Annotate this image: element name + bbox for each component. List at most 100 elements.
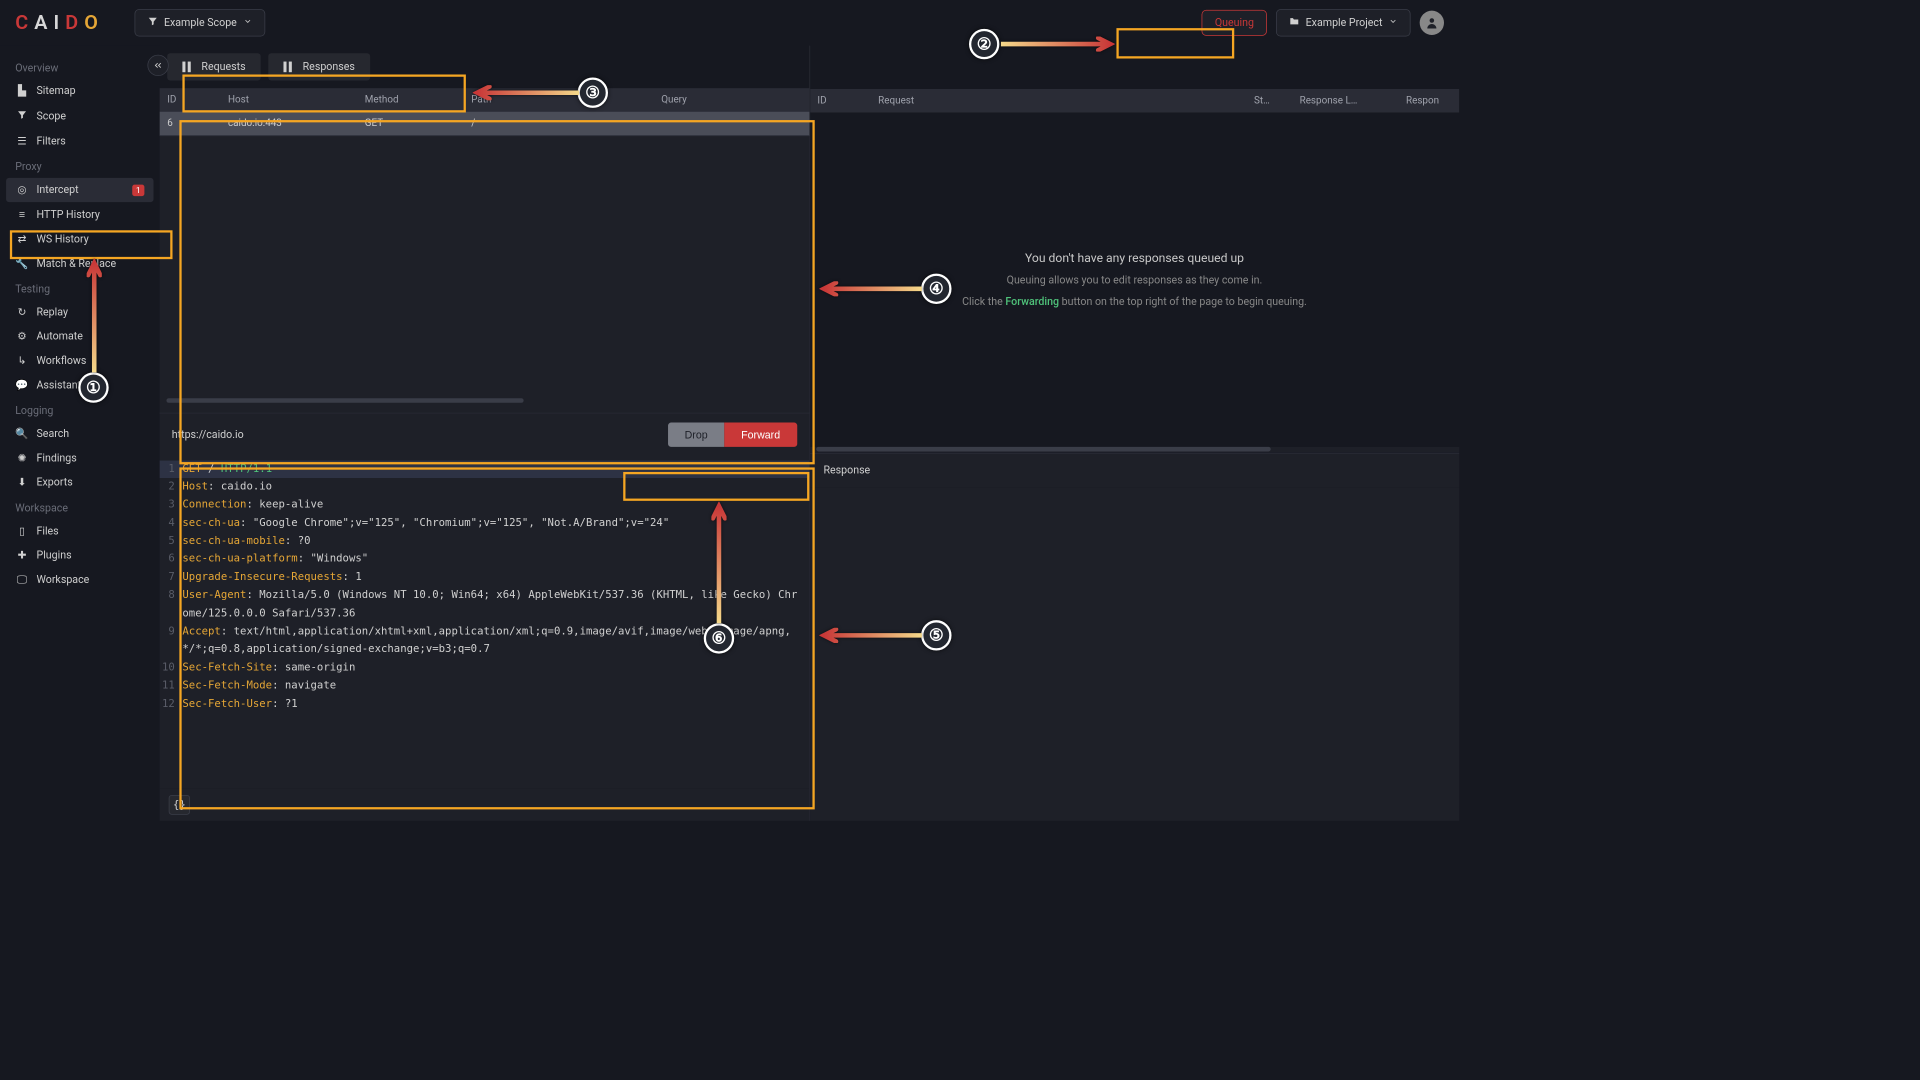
sidebar-item-ws-history[interactable]: ⇄WS History	[6, 227, 153, 251]
line-number: 10	[160, 659, 183, 677]
sidebar-item-files[interactable]: ▯Files	[6, 519, 153, 543]
logo-c: C	[15, 11, 34, 34]
arrow-2	[1001, 36, 1115, 54]
empty-hint: Click the Forwarding button on the top r…	[962, 296, 1307, 308]
code-line[interactable]: 12Sec-Fetch-User: ?1	[160, 695, 809, 713]
sidebar-item-replay[interactable]: ↻Replay	[6, 300, 153, 324]
arrow-4	[819, 281, 922, 299]
flow-icon: ↳	[15, 355, 29, 367]
col-response-length[interactable]: Response L…	[1292, 89, 1398, 113]
col-host[interactable]: Host	[220, 88, 357, 112]
sidebar-item-automate[interactable]: ⚙Automate	[6, 325, 153, 349]
col-request[interactable]: Request	[871, 89, 1247, 113]
line-content: Host: caido.io	[182, 478, 809, 496]
table-row[interactable]: 6 caido.io:443 GET /	[160, 112, 809, 136]
table-header: ID Request St… Response L… Respon	[810, 89, 1459, 113]
right-pane: ID Request St… Response L… Respon You do…	[810, 46, 1459, 821]
col-method[interactable]: Method	[357, 88, 463, 112]
export-icon: ⬇	[15, 477, 29, 489]
line-content: Sec-Fetch-Mode: navigate	[182, 677, 809, 695]
line-number: 2	[160, 478, 183, 496]
responses-table: ID Request St… Response L… Respon	[810, 89, 1459, 113]
sidebar-item-match-replace[interactable]: 🔧Match & Replace	[6, 252, 153, 276]
sidebar-item-exports[interactable]: ⬇Exports	[6, 470, 153, 494]
cell-id: 6	[160, 112, 221, 136]
col-query[interactable]: Query	[654, 88, 809, 112]
collapse-sidebar-button[interactable]	[147, 55, 168, 76]
sidebar-item-search[interactable]: 🔍Search	[6, 422, 153, 446]
target-icon: ◎	[15, 184, 29, 196]
line-number: 11	[160, 677, 183, 695]
code-line[interactable]: 11Sec-Fetch-Mode: navigate	[160, 677, 809, 695]
cell-query	[654, 112, 809, 136]
format-json-button[interactable]: {}	[169, 795, 190, 815]
sidebar-item-scope[interactable]: Scope	[6, 103, 153, 129]
sidebar-item-intercept[interactable]: ◎ Intercept 1	[6, 178, 153, 202]
tab-responses[interactable]: Responses	[268, 53, 370, 80]
sidebar-item-sitemap[interactable]: ▙Sitemap	[6, 79, 153, 103]
line-content: Sec-Fetch-User: ?1	[182, 695, 809, 713]
refresh-icon: ↻	[15, 306, 29, 318]
line-number: 12	[160, 695, 183, 713]
sidebar: Overview ▙Sitemap Scope ☰Filters Proxy ◎…	[0, 46, 160, 821]
cell-path: /	[464, 112, 654, 136]
project-label: Example Project	[1306, 17, 1383, 29]
forward-button[interactable]: Forward	[724, 422, 796, 446]
pause-icon	[182, 62, 190, 73]
list-icon: ≡	[15, 208, 29, 221]
chevron-down-icon	[1389, 17, 1398, 29]
user-avatar[interactable]	[1420, 11, 1444, 35]
intercept-badge: 1	[132, 184, 144, 195]
queuing-button[interactable]: Queuing	[1202, 10, 1267, 36]
arrow-6	[711, 502, 726, 627]
pause-icon	[284, 62, 292, 73]
annotation-marker-1: ①	[78, 372, 108, 402]
monitor-icon: 🖵	[15, 574, 29, 586]
cell-host: caido.io:443	[220, 112, 357, 136]
annotation-marker-5: ⑤	[921, 620, 951, 650]
requests-table: ID Host Method Path Query 6 caido.io:443…	[160, 88, 809, 412]
empty-responses: You don't have any responses queued up Q…	[810, 112, 1459, 446]
cell-method: GET	[357, 112, 463, 136]
sidebar-item-filters[interactable]: ☰Filters	[6, 129, 153, 153]
tabbar: Requests Responses	[160, 46, 809, 89]
filters-icon: ☰	[15, 135, 29, 147]
plugin-icon: ✚	[15, 549, 29, 561]
scope-selector[interactable]: Example Scope	[134, 9, 265, 36]
topbar: CAIDO Example Scope Queuing Example Proj…	[0, 0, 1459, 46]
col-id[interactable]: ID	[160, 88, 221, 112]
code-line[interactable]: 2Host: caido.io	[160, 478, 809, 496]
project-selector[interactable]: Example Project	[1276, 9, 1411, 36]
logo-d: D	[65, 11, 84, 34]
col-response[interactable]: Respon	[1398, 89, 1459, 113]
arrow-5	[819, 628, 922, 646]
queuing-label: Queuing	[1215, 17, 1254, 29]
code-line[interactable]: 10Sec-Fetch-Site: same-origin	[160, 659, 809, 677]
drop-button[interactable]: Drop	[668, 422, 725, 446]
response-body	[810, 487, 1459, 821]
empty-subtitle: Queuing allows you to edit responses as …	[1007, 275, 1263, 287]
gear-icon: ⚙	[15, 331, 29, 343]
filter-funnel-icon	[147, 16, 158, 30]
sidebar-item-plugins[interactable]: ✚Plugins	[6, 543, 153, 567]
left-pane: Requests Responses ID Host Method Path Q…	[160, 46, 810, 821]
scrollbar-horizontal[interactable]	[160, 398, 809, 404]
tab-requests[interactable]: Requests	[167, 53, 261, 80]
response-label: Response	[810, 453, 1459, 487]
sidebar-item-workspace[interactable]: 🖵Workspace	[6, 568, 153, 592]
request-url: https://caido.io	[172, 428, 668, 440]
col-status[interactable]: St…	[1246, 89, 1292, 113]
annotation-marker-6: ⑥	[704, 623, 734, 653]
section-workspace: Workspace	[6, 495, 153, 519]
sidebar-item-http-history[interactable]: ≡HTTP History	[6, 202, 153, 227]
line-number: 3	[160, 496, 183, 514]
code-line[interactable]: 1GET / HTTP/1.1	[160, 460, 809, 478]
line-content: GET / HTTP/1.1	[182, 460, 809, 478]
sidebar-item-workflows[interactable]: ↳Workflows	[6, 349, 153, 373]
col-id[interactable]: ID	[810, 89, 871, 113]
section-proxy: Proxy	[6, 154, 153, 178]
sidebar-item-findings[interactable]: ✺Findings	[6, 446, 153, 470]
line-content: Sec-Fetch-Site: same-origin	[182, 659, 809, 677]
line-number: 7	[160, 569, 183, 587]
logo-a: A	[34, 11, 53, 34]
